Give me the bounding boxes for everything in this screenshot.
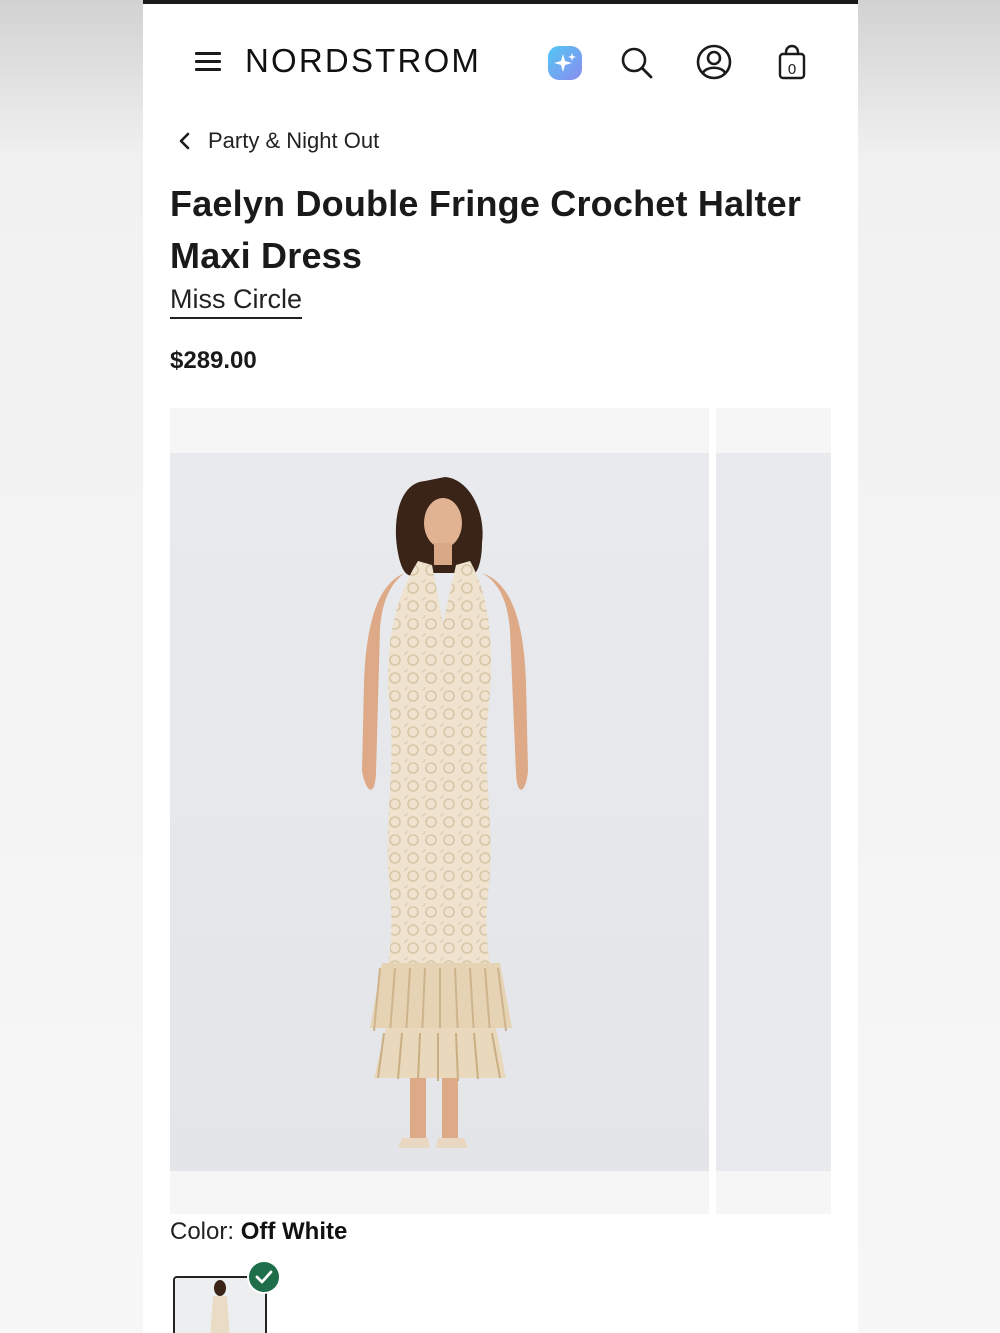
ai-sparkle-icon[interactable]: [545, 42, 585, 82]
color-label: Color:: [170, 1218, 241, 1245]
selected-check-icon: [247, 1260, 281, 1294]
breadcrumb-label: Party & Night Out: [208, 128, 380, 153]
breadcrumb[interactable]: Party & Night Out: [175, 124, 379, 158]
chevron-left-icon: [179, 132, 190, 150]
product-photo: [170, 453, 709, 1171]
product-title: Faelyn Double Fringe Crochet Halter Maxi…: [170, 183, 802, 276]
product-page: NORDSTROM 0 Party & Night Out Faelyn Dou…: [143, 0, 858, 1333]
gallery-slide-main[interactable]: [170, 408, 709, 1214]
site-header: NORDSTROM 0: [143, 4, 858, 114]
shopping-bag-icon[interactable]: 0: [772, 42, 812, 82]
left-backdrop: [0, 0, 143, 1333]
menu-icon[interactable]: [193, 48, 223, 74]
product-image-gallery[interactable]: [170, 408, 858, 1214]
color-selection-label: Color: Off White: [170, 1218, 347, 1246]
gallery-slide-next[interactable]: [716, 408, 831, 1214]
product-price: $289.00: [170, 347, 257, 374]
nordstrom-logo[interactable]: NORDSTROM: [245, 42, 481, 80]
account-icon[interactable]: [694, 42, 734, 82]
next-product-photo: [716, 453, 831, 1171]
search-icon[interactable]: [617, 42, 657, 82]
brand-link[interactable]: Miss Circle: [170, 284, 302, 319]
color-value: Off White: [240, 1218, 348, 1245]
bag-count: 0: [788, 61, 796, 78]
right-backdrop: [858, 0, 1000, 1333]
